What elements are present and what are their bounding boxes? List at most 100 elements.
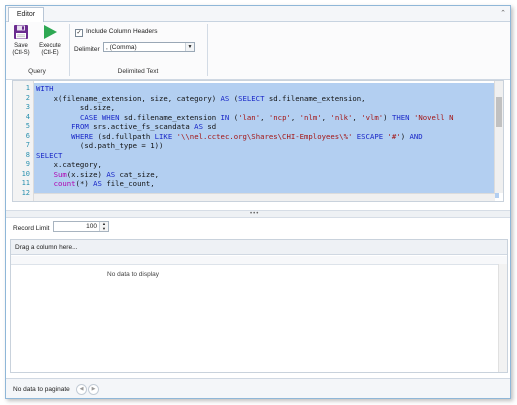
code-text: (sd.path_type = 1)) xyxy=(36,141,164,150)
code-text: ) xyxy=(400,131,410,141)
line-number: 1 xyxy=(25,84,30,92)
delimited-text-group-label: Delimited Text xyxy=(117,68,159,75)
editor-horizontal-scrollbar[interactable] xyxy=(34,193,495,201)
code-text: , xyxy=(290,112,300,122)
empty-grid-message: No data to display xyxy=(107,271,160,278)
line-number: 9 xyxy=(25,160,30,168)
keyword: IN xyxy=(220,112,230,122)
string-literal: 'nlk' xyxy=(330,112,353,122)
line-number: 3 xyxy=(25,103,30,111)
scrollbar-thumb[interactable] xyxy=(496,97,502,127)
line-number: 12 xyxy=(21,188,30,197)
editor-vertical-scrollbar[interactable] xyxy=(494,81,503,193)
code-text: file_count, xyxy=(101,179,155,188)
floppy-disk-icon xyxy=(14,25,28,39)
string-literal: 'vlm' xyxy=(361,112,384,122)
code-line: WITH xyxy=(36,84,54,94)
keyword: LIKE xyxy=(154,131,173,141)
string-literal: '\\nel.cctec.org\Shares\CHI-Employees\%' xyxy=(176,131,353,141)
ribbon: Save (Ctl-S) Execute (Ctl-E) Query ✓ Inc… xyxy=(6,22,510,80)
keyword: FROM xyxy=(71,122,89,131)
line-number: 6 xyxy=(25,131,30,140)
grid-vertical-scrollbar[interactable] xyxy=(498,264,507,372)
code-text: ( xyxy=(229,112,239,122)
code-text: sd xyxy=(202,122,217,131)
sql-editor[interactable]: 1 2 3 4 5 6 7 8 9 10 11 12 WITH x(filena… xyxy=(12,80,504,202)
keyword: AS xyxy=(194,122,203,131)
line-number: 11 xyxy=(21,179,30,187)
code-line: WHERE (sd.fullpath LIKE '\\nel.cctec.org… xyxy=(36,132,423,142)
keyword: THEN xyxy=(391,112,410,122)
execute-label: Execute xyxy=(39,43,61,49)
function-name: Sum xyxy=(53,169,67,179)
string-literal: 'ncp' xyxy=(268,112,291,122)
keyword: AND xyxy=(409,131,423,141)
tab-editor[interactable]: Editor xyxy=(8,7,44,22)
query-group-label: Query xyxy=(28,68,46,75)
line-number: 10 xyxy=(21,169,30,178)
spinner-arrows-icon[interactable]: ▲ ▼ xyxy=(99,221,108,231)
code-text: (*) xyxy=(75,179,94,188)
previous-page-icon[interactable]: ◀ xyxy=(76,384,87,395)
keyword: AS xyxy=(220,93,230,103)
results-grid: Drag a column here... No data to display xyxy=(10,239,508,373)
code-line: sd.size, xyxy=(36,103,115,113)
keyword: SELECT xyxy=(36,150,63,160)
code-line: SELECT xyxy=(36,151,62,161)
grip-icon[interactable]: ••• xyxy=(250,211,259,217)
save-shortcut: (Ctl-S) xyxy=(12,50,30,56)
line-number: 2 xyxy=(25,93,30,102)
pane-splitter[interactable]: ••• xyxy=(6,210,510,218)
code-line: count(*) AS file_count, xyxy=(36,179,155,189)
delimiter-select[interactable]: , (Comma) ▼ xyxy=(103,42,195,52)
delimiter-label: Delimiter xyxy=(74,46,100,53)
pager-bar: No data to paginate ◀ ▶ xyxy=(6,378,510,398)
code-text: cat_size, xyxy=(115,169,160,179)
line-number: 4 xyxy=(25,112,30,121)
code-text: ( xyxy=(229,93,239,103)
code-text: , xyxy=(260,112,269,122)
group-by-panel[interactable]: Drag a column here... xyxy=(11,240,507,255)
next-page-icon[interactable]: ▶ xyxy=(88,384,99,395)
chevron-down-icon[interactable]: ▼ xyxy=(185,43,194,51)
code-text: , xyxy=(352,112,362,122)
execute-button[interactable]: Execute (Ctl-E) xyxy=(36,24,64,57)
code-line: Sum(x.size) AS cat_size, xyxy=(36,170,159,180)
string-literal: 'Novell N xyxy=(413,112,454,122)
code-text: (x.size) xyxy=(66,169,107,179)
execute-shortcut: (Ctl-E) xyxy=(41,50,59,56)
code-text: ) xyxy=(383,112,392,122)
line-number: 7 xyxy=(25,141,30,149)
code-text: x(filename_extension, size, category) xyxy=(36,93,221,103)
code-text: (sd.fullpath xyxy=(93,131,155,141)
code-line: x.category, xyxy=(36,160,102,170)
code-text: srs.active_fs_scandata xyxy=(88,122,195,131)
function-name: count xyxy=(53,179,76,188)
code-text: sd.filename_extension, xyxy=(264,93,366,103)
record-limit-label: Record Limit xyxy=(13,225,50,232)
code-line: (sd.path_type = 1)) xyxy=(36,141,163,151)
keyword: SELECT xyxy=(238,93,265,103)
collapse-ribbon-icon[interactable]: ⌃ xyxy=(500,9,506,17)
save-label: Save xyxy=(14,43,28,49)
tab-bar: Editor ⌃ xyxy=(6,6,510,22)
keyword: AS xyxy=(93,179,102,188)
code-text: x.category, xyxy=(36,160,102,169)
delimiter-value: , (Comma) xyxy=(106,44,137,51)
code-line: CASE WHEN sd.filename_extension IN ('lan… xyxy=(36,112,454,123)
record-limit-input[interactable]: 100 ▲ ▼ xyxy=(53,221,109,232)
include-headers-checkbox[interactable]: ✓ xyxy=(75,29,83,37)
pager-status: No data to paginate xyxy=(13,386,70,393)
play-icon xyxy=(44,25,57,39)
editor-window: Editor ⌃ Save (Ctl-S) Execute (Ctl-E) Qu xyxy=(5,5,511,399)
line-number: 8 xyxy=(25,150,30,159)
save-button[interactable]: Save (Ctl-S) xyxy=(8,24,34,57)
string-literal: 'nlm' xyxy=(299,112,322,122)
string-literal: '#' xyxy=(387,131,401,141)
string-literal: 'lan' xyxy=(238,112,261,122)
keyword: CASE WHEN xyxy=(79,112,120,122)
code-text: sd.size, xyxy=(36,103,116,112)
